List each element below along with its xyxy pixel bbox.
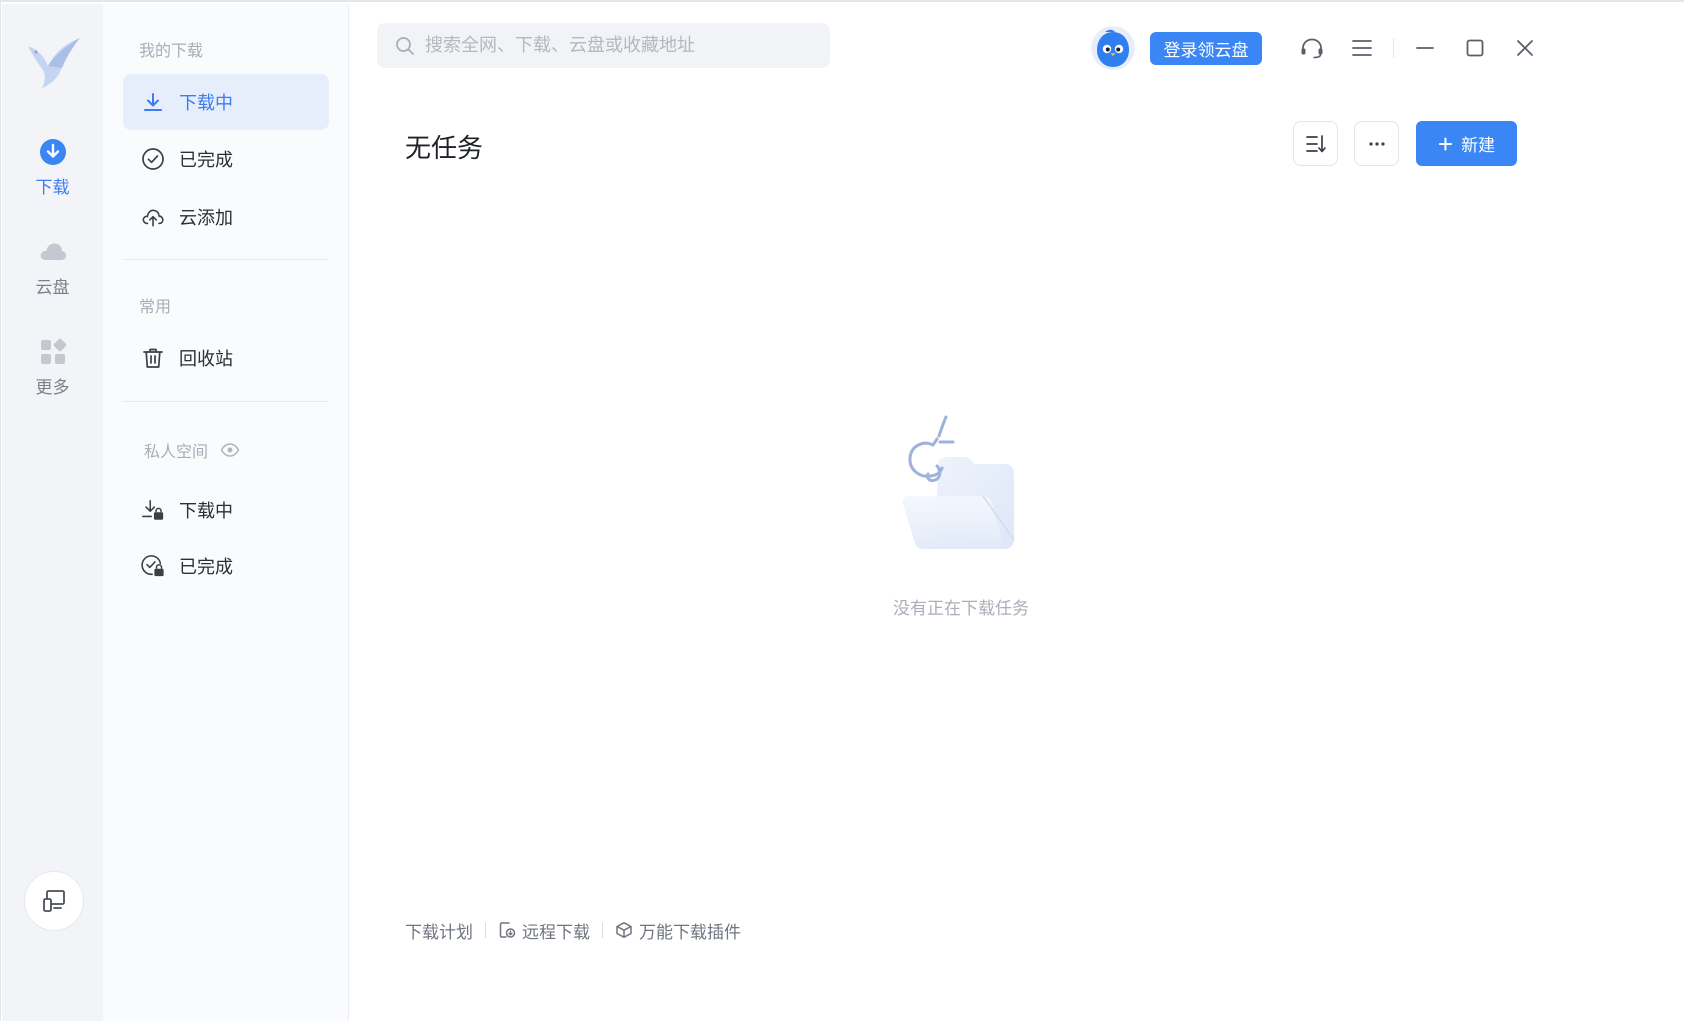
sort-button[interactable] — [1293, 121, 1338, 166]
sidebar-item-recycle-bin[interactable]: 回收站 — [123, 330, 329, 386]
customer-service-button[interactable] — [1298, 34, 1326, 62]
left-rail: 下载 云盘 更多 — [2, 4, 103, 1021]
sidebar-item-private-downloading[interactable]: 下载中 — [123, 482, 329, 538]
sidebar-divider — [123, 259, 329, 260]
app-window: 下载 云盘 更多 我的下载 下载中 已完成 云添加 常用 回收站 私人空间 下载… — [0, 0, 1684, 1021]
universal-plugin-label: 万能下载插件 — [639, 922, 741, 942]
rail-more-label: 更多 — [35, 378, 70, 397]
rail-cloud-label: 云盘 — [35, 278, 70, 297]
sidebar-item-label: 回收站 — [179, 349, 233, 369]
maximize-button[interactable] — [1461, 34, 1489, 62]
remote-download-link[interactable]: 远程下载 — [498, 918, 590, 943]
remote-download-icon — [498, 921, 516, 939]
cube-icon — [615, 921, 633, 939]
search-icon — [396, 36, 414, 55]
private-space-header: 私人空间 — [144, 438, 240, 462]
new-task-label: 新建 — [1461, 136, 1496, 155]
cloud-icon — [40, 243, 66, 260]
empty-folder-illustration — [902, 415, 1015, 549]
sidebar-item-label: 已完成 — [179, 557, 233, 577]
rail-cloud[interactable]: 云盘 — [2, 237, 103, 307]
new-task-button[interactable]: + 新建 — [1416, 121, 1517, 166]
login-button[interactable]: 登录领云盘 — [1150, 32, 1262, 65]
check-circle-icon — [141, 147, 165, 171]
page-title: 无任务 — [405, 133, 484, 163]
bird-avatar-icon — [1091, 26, 1135, 70]
sidebar-item-completed[interactable]: 已完成 — [123, 131, 329, 187]
cloud-upload-icon — [141, 205, 165, 229]
footer-links: 下载计划 远程下载 万能下载插件 — [405, 918, 741, 942]
more-dots-icon — [1368, 141, 1385, 146]
close-button[interactable] — [1511, 34, 1539, 62]
search-bar[interactable] — [377, 23, 830, 68]
sidebar-item-label: 下载中 — [179, 93, 233, 113]
search-input[interactable] — [425, 35, 815, 56]
apps-icon — [40, 338, 66, 364]
sidebar-item-label: 云添加 — [179, 208, 233, 228]
sidebar-divider — [123, 401, 329, 402]
device-switch-button[interactable] — [24, 871, 84, 931]
sidebar-item-label: 已完成 — [179, 150, 233, 170]
sidebar: 我的下载 下载中 已完成 云添加 常用 回收站 私人空间 下载中 已完成 — [103, 4, 349, 1021]
eye-icon[interactable] — [220, 443, 240, 457]
plus-icon: + — [1437, 128, 1454, 159]
sidebar-item-private-completed[interactable]: 已完成 — [123, 538, 329, 594]
avatar[interactable] — [1091, 26, 1135, 70]
sidebar-item-label: 下载中 — [179, 501, 233, 521]
empty-state-text: 没有正在下载任务 — [893, 599, 1029, 618]
maximize-icon — [1466, 39, 1484, 57]
menu-icon — [1352, 40, 1372, 56]
rail-download[interactable]: 下载 — [2, 137, 103, 207]
close-icon — [1517, 40, 1533, 56]
headset-icon — [1301, 38, 1323, 59]
toolbar-separator — [1393, 38, 1394, 58]
minimize-button[interactable] — [1411, 34, 1439, 62]
locked-check-icon — [141, 554, 165, 578]
device-switch-icon — [43, 890, 65, 912]
footer-separator — [602, 922, 603, 938]
universal-plugin-link[interactable]: 万能下载插件 — [615, 918, 741, 943]
trash-icon — [141, 346, 165, 370]
sidebar-item-cloud-add[interactable]: 云添加 — [123, 189, 329, 245]
private-space-title: 私人空间 — [144, 444, 209, 461]
download-icon — [39, 139, 66, 165]
download-plan-link[interactable]: 下载计划 — [405, 918, 473, 943]
minimize-icon — [1416, 47, 1434, 49]
locked-download-icon — [141, 498, 165, 522]
sidebar-item-downloading[interactable]: 下载中 — [123, 74, 329, 130]
common-title: 常用 — [139, 299, 172, 316]
more-options-button[interactable] — [1354, 121, 1399, 166]
remote-download-label: 远程下载 — [522, 922, 590, 942]
download-icon — [141, 90, 165, 114]
menu-button[interactable] — [1348, 34, 1376, 62]
app-logo-icon — [28, 38, 80, 88]
download-plan-label: 下载计划 — [405, 922, 473, 942]
sort-icon — [1305, 134, 1326, 152]
footer-separator — [485, 922, 486, 938]
rail-download-label: 下载 — [35, 178, 70, 197]
rail-more[interactable]: 更多 — [2, 337, 103, 407]
my-downloads-title: 我的下载 — [139, 43, 204, 60]
